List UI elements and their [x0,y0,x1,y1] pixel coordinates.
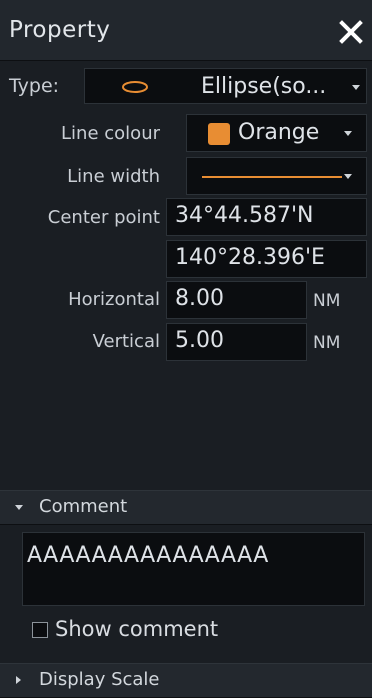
chevron-down-icon [15,505,23,510]
panel-title: Property [9,17,111,43]
comment-text: AAAAAAAAAAAAAAA [27,543,269,568]
line-width-preview [202,176,342,178]
show-comment-checkbox[interactable] [32,622,48,638]
property-panel: Property Type: Ellipse(so... Line colour… [0,0,372,698]
horizontal-field[interactable]: 8.00 [166,281,307,319]
line-colour-value: Orange [238,120,320,145]
comment-section-header[interactable]: Comment [0,490,372,525]
chevron-down-icon [352,85,360,90]
horizontal-unit: NM [313,291,341,311]
line-colour-select[interactable]: Orange [186,114,367,152]
close-icon [339,20,363,44]
chevron-down-icon [344,174,352,179]
comment-section-label: Comment [39,496,128,517]
show-comment-label[interactable]: Show comment [55,617,218,641]
close-button[interactable] [336,17,366,47]
center-point-label: Center point [47,207,160,228]
horizontal-label: Horizontal [68,289,160,310]
line-width-label: Line width [67,166,160,187]
colour-swatch [208,123,230,145]
center-lat-value: 34°44.587'N [175,203,314,228]
panel-header: Property [0,0,372,61]
display-scale-section-header[interactable]: Display Scale [0,663,372,698]
type-row: Type: Ellipse(so... [0,64,372,106]
line-colour-label: Line colour [61,123,160,144]
center-lon-value: 140°28.396'E [175,245,325,270]
display-scale-section-label: Display Scale [39,669,160,690]
vertical-label: Vertical [92,331,160,352]
type-select[interactable]: Ellipse(so... [84,68,367,104]
vertical-field[interactable]: 5.00 [166,323,307,361]
center-lon-field[interactable]: 140°28.396'E [166,240,367,278]
comment-input[interactable]: AAAAAAAAAAAAAAA [22,532,365,606]
horizontal-value: 8.00 [175,286,224,311]
type-label: Type: [9,75,60,97]
center-lat-field[interactable]: 34°44.587'N [166,198,367,236]
chevron-right-icon [16,676,21,684]
ellipse-icon [122,81,148,93]
line-width-select[interactable] [186,157,367,195]
chevron-down-icon [344,131,352,136]
type-value: Ellipse(so... [201,74,327,99]
vertical-value: 5.00 [175,328,224,353]
vertical-unit: NM [313,333,341,353]
